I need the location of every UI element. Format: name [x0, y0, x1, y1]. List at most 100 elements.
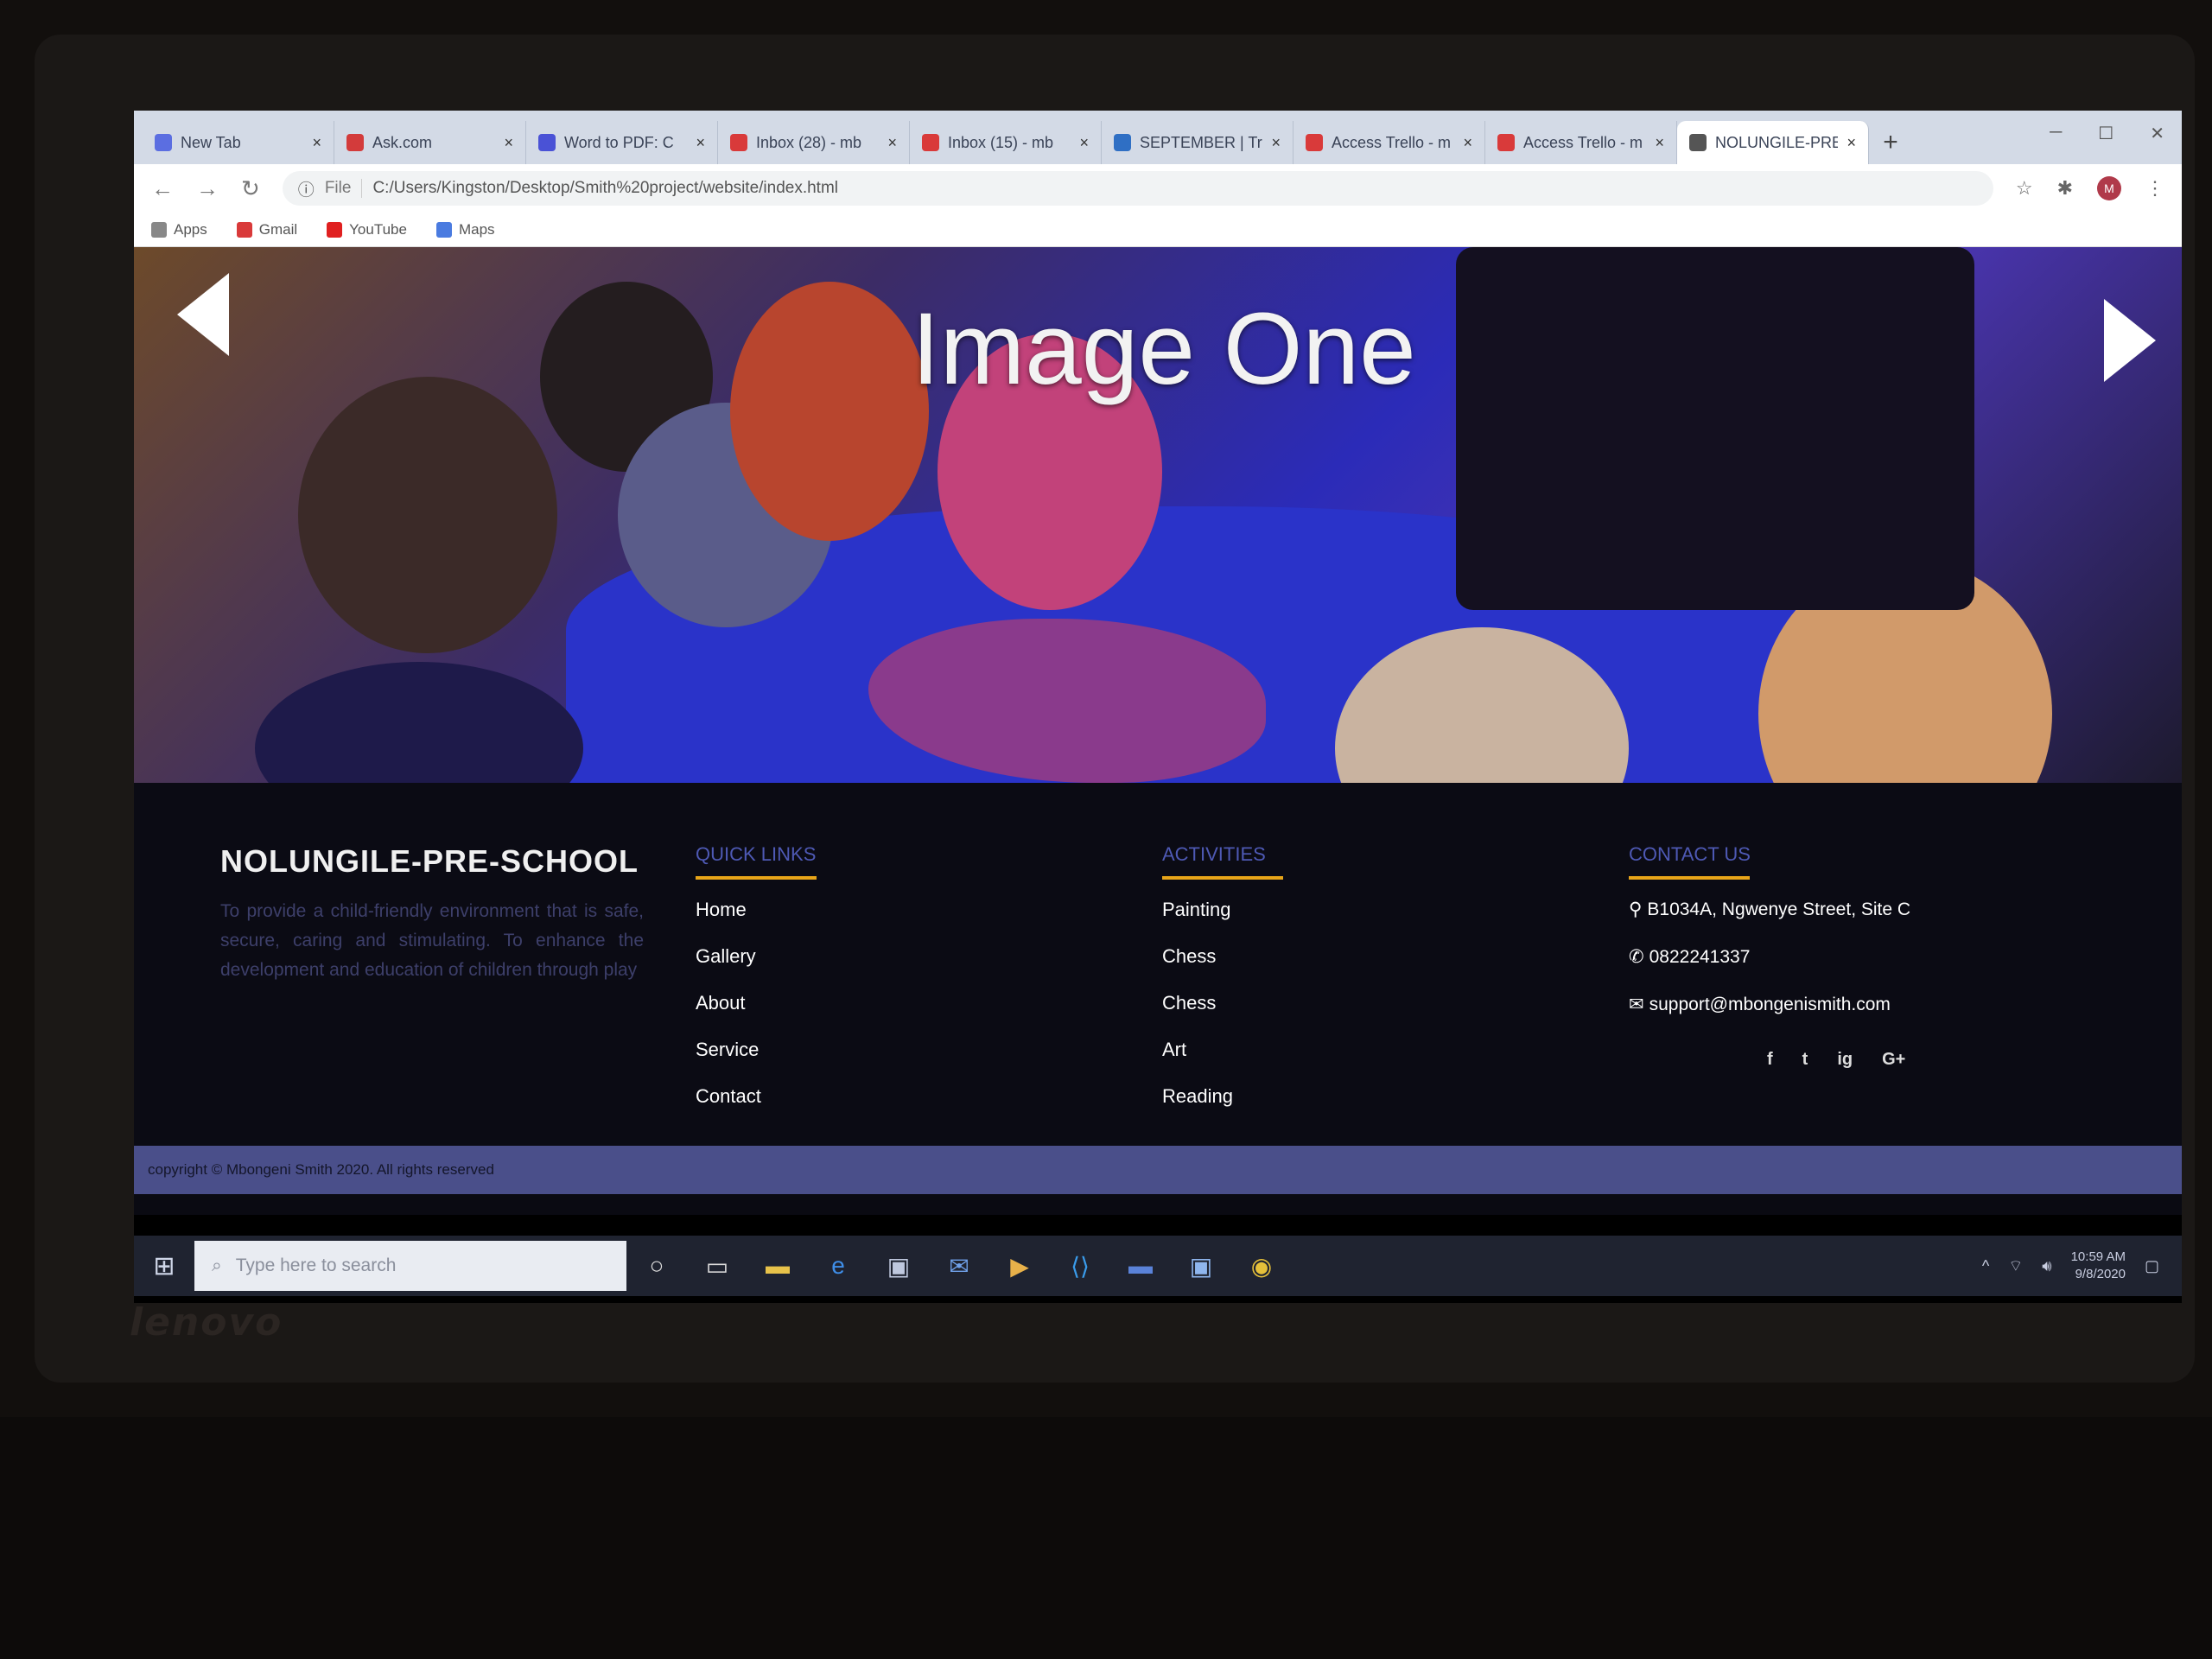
mail-icon[interactable]: ✉: [929, 1236, 989, 1296]
tab-label: Inbox (28) - mb: [756, 133, 862, 151]
browser-tab[interactable]: SEPTEMBER | Tr ×: [1102, 121, 1294, 164]
facebook-icon[interactable]: f: [1767, 1050, 1773, 1070]
app-icon[interactable]: ▬: [1110, 1236, 1171, 1296]
carousel-next-arrow[interactable]: [2104, 299, 2156, 382]
footer-contact: CONTACT US ⚲ B1034A, Ngwenye Street, Sit…: [1629, 843, 1910, 1070]
close-tab-icon[interactable]: ×: [1079, 134, 1089, 152]
menu-icon[interactable]: ⋮: [2145, 177, 2164, 200]
browser-toolbar: ← → ↻ ⓘ File C:/Users/Kingston/Desktop/S…: [134, 164, 2182, 213]
address-bar[interactable]: ⓘ File C:/Users/Kingston/Desktop/Smith%2…: [282, 171, 1993, 206]
reload-icon[interactable]: ↻: [241, 175, 260, 202]
chrome-icon[interactable]: ◉: [1231, 1236, 1292, 1296]
volume-icon[interactable]: 🔊︎: [2042, 1257, 2051, 1275]
quick-link[interactable]: Gallery: [696, 945, 817, 968]
file-explorer-icon[interactable]: ▬: [747, 1236, 808, 1296]
google-plus-icon[interactable]: G+: [1882, 1050, 1905, 1070]
close-tab-icon[interactable]: ×: [696, 134, 705, 152]
taskbar-search[interactable]: ⌕ Type here to search: [194, 1241, 626, 1291]
extensions-icon[interactable]: ✱: [2057, 177, 2073, 200]
cortana-icon[interactable]: ○: [626, 1236, 687, 1296]
browser-tab[interactable]: Ask.com ×: [334, 121, 526, 164]
profile-avatar[interactable]: M: [2097, 176, 2121, 200]
task-view-icon[interactable]: ▭: [687, 1236, 747, 1296]
minimize-icon[interactable]: ─: [2050, 123, 2062, 144]
browser-tab[interactable]: Access Trello - m ×: [1294, 121, 1485, 164]
contact-email-text[interactable]: support@mbongenismith.com: [1649, 995, 1891, 1015]
quick-links-heading: QUICK LINKS: [696, 843, 817, 865]
taskbar-search-placeholder[interactable]: Type here to search: [236, 1255, 397, 1276]
site-footer: NOLUNGILE-PRE-SCHOOL To provide a child-…: [134, 783, 2182, 1146]
new-tab-button[interactable]: +: [1869, 121, 1912, 164]
contact-email[interactable]: ✉ support@mbongenismith.com: [1629, 994, 1910, 1015]
contact-phone-text: 0822241337: [1649, 946, 1751, 967]
quick-link[interactable]: Contact: [696, 1085, 817, 1108]
bookmark-item[interactable]: Maps: [435, 221, 495, 238]
browser-tab[interactable]: New Tab ×: [143, 121, 334, 164]
clock-time: 10:59 AM: [2070, 1249, 2126, 1264]
contact-phone: ✆ 0822241337: [1629, 946, 1910, 968]
bookmark-icon: [151, 221, 167, 238]
activity-link[interactable]: Reading: [1162, 1085, 1283, 1108]
twitter-icon[interactable]: t: [1802, 1050, 1808, 1070]
store-icon[interactable]: ▣: [868, 1236, 929, 1296]
quick-link[interactable]: Service: [696, 1039, 817, 1061]
quick-link[interactable]: Home: [696, 899, 817, 921]
back-icon[interactable]: ←: [151, 175, 174, 202]
chevron-up-icon[interactable]: ^: [1982, 1257, 1989, 1275]
heading-underline: [1162, 876, 1283, 880]
hero-photo-child: [298, 377, 557, 653]
screen: New Tab × Ask.com × Word to PDF: C × Inbox (28…: [134, 111, 2182, 1303]
footer-mission: To provide a child-friendly environment …: [220, 901, 644, 980]
footer-about: NOLUNGILE-PRE-SCHOOL To provide a child-…: [220, 843, 644, 985]
info-icon[interactable]: ⓘ: [298, 177, 315, 200]
close-tab-icon[interactable]: ×: [1655, 134, 1664, 152]
bookmark-item[interactable]: YouTube: [327, 221, 407, 238]
activity-link[interactable]: Chess: [1162, 992, 1283, 1014]
network-icon[interactable]: ⌔: [2008, 1256, 2023, 1276]
social-links: f t ig G+: [1767, 1050, 1910, 1070]
activity-link[interactable]: Chess: [1162, 945, 1283, 968]
bookmark-label: Apps: [174, 220, 207, 238]
app-icon[interactable]: ▣: [1171, 1236, 1231, 1296]
windows-start-icon[interactable]: ⊞: [134, 1236, 194, 1296]
activity-link[interactable]: Painting: [1162, 899, 1283, 921]
browser-tab[interactable]: Access Trello - m ×: [1485, 121, 1677, 164]
trello-icon: [1114, 134, 1131, 151]
close-tab-icon[interactable]: ×: [312, 134, 321, 152]
browser-tab[interactable]: Inbox (15) - mb ×: [910, 121, 1102, 164]
copyright-bar: copyright © Mbongeni Smith 2020. All rig…: [134, 1146, 2182, 1194]
url-text[interactable]: C:/Users/Kingston/Desktop/Smith%20projec…: [372, 179, 838, 198]
clock[interactable]: 10:59 AM 9/8/2020: [2071, 1249, 2126, 1283]
footer-activities: ACTIVITIES Painting Chess Chess Art Reading: [1162, 843, 1283, 1132]
vscode-icon[interactable]: ⟨⟩: [1050, 1236, 1110, 1296]
browser-tab[interactable]: Inbox (28) - mb ×: [718, 121, 910, 164]
close-window-icon[interactable]: ✕: [2150, 123, 2164, 144]
close-tab-icon[interactable]: ×: [887, 134, 897, 152]
edge-icon[interactable]: e: [808, 1236, 868, 1296]
notifications-icon[interactable]: ▢: [2145, 1257, 2159, 1275]
carousel-prev-arrow[interactable]: [177, 273, 229, 356]
media-player-icon[interactable]: ▶: [989, 1236, 1050, 1296]
footer-brand: NOLUNGILE-PRE-SCHOOL: [220, 843, 639, 879]
quick-link[interactable]: About: [696, 992, 817, 1014]
bookmark-item[interactable]: Apps: [151, 221, 207, 238]
tab-strip: New Tab × Ask.com × Word to PDF: C × Inbox (28…: [134, 111, 2182, 164]
browser-tab[interactable]: NOLUNGILE-PRE ×: [1677, 121, 1869, 164]
forward-icon[interactable]: →: [196, 175, 219, 202]
phone-icon: ✆: [1629, 947, 1644, 967]
tab-label: NOLUNGILE-PRE: [1715, 133, 1839, 151]
browser-tab[interactable]: Word to PDF: C ×: [526, 121, 718, 164]
activities-heading: ACTIVITIES: [1162, 843, 1266, 865]
tab-label: Ask.com: [372, 133, 433, 151]
close-tab-icon[interactable]: ×: [1271, 134, 1281, 152]
instagram-icon[interactable]: ig: [1837, 1050, 1853, 1070]
hero-title: Image One: [912, 292, 1416, 406]
close-tab-icon[interactable]: ×: [1847, 134, 1856, 152]
maximize-icon[interactable]: ☐: [2098, 123, 2113, 144]
activity-link[interactable]: Art: [1162, 1039, 1283, 1061]
bookmark-item[interactable]: Gmail: [236, 221, 297, 238]
contact-heading: CONTACT US: [1629, 843, 1751, 865]
close-tab-icon[interactable]: ×: [1463, 134, 1472, 152]
bookmark-star-icon[interactable]: ☆: [2016, 177, 2033, 200]
close-tab-icon[interactable]: ×: [504, 134, 513, 152]
